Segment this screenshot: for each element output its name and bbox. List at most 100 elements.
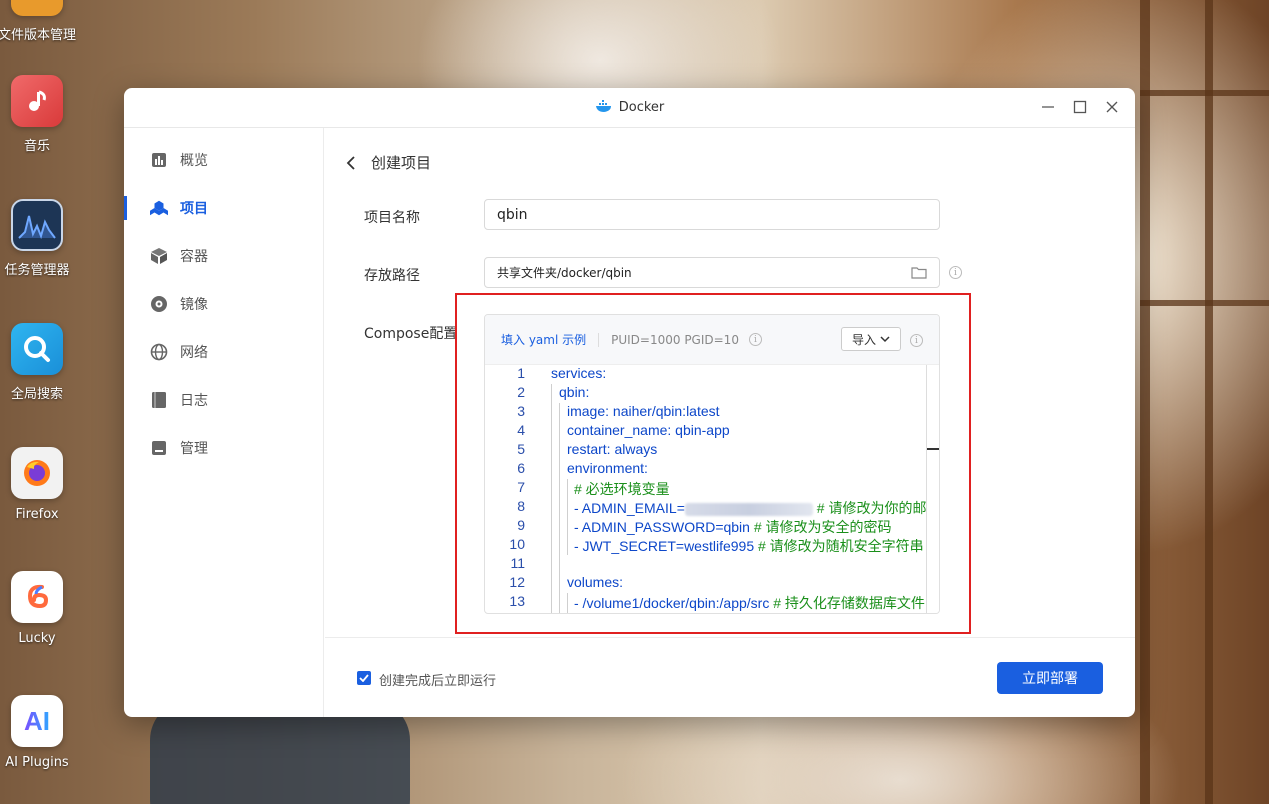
sidebar-item-container[interactable]: 容器 xyxy=(124,232,323,280)
compose-label: Compose配置 xyxy=(364,326,458,342)
task-manager-icon xyxy=(11,199,63,251)
code-line: volumes: xyxy=(567,574,624,590)
deploy-now-button[interactable]: 立即部署 xyxy=(997,662,1103,694)
sidebar-item-label: 容器 xyxy=(180,249,208,265)
code-line: - ADMIN_EMAIL= # 请修改为你的邮 xyxy=(574,498,926,518)
sidebar-item-image[interactable]: 镜像 xyxy=(124,280,323,328)
line-number: 10 xyxy=(509,536,525,552)
storage-path-info-icon[interactable]: i xyxy=(949,266,962,279)
code-line: environment: xyxy=(567,460,648,476)
import-info-icon[interactable]: i xyxy=(910,334,923,347)
search-icon xyxy=(11,323,63,375)
code-line: restart: always xyxy=(567,441,658,457)
desktop-item-ai-plugins[interactable]: AI AI Plugins xyxy=(0,695,74,770)
image-icon xyxy=(150,295,168,313)
indent-guide xyxy=(567,479,568,555)
firefox-icon xyxy=(11,447,63,499)
line-number: 12 xyxy=(509,574,525,590)
file-version-icon xyxy=(11,0,63,16)
sidebar-item-label: 管理 xyxy=(180,441,208,457)
yaml-code-editor[interactable]: 1 2 3 4 5 6 7 8 9 10 11 12 13 services: … xyxy=(485,365,939,613)
code-line: - ADMIN_PASSWORD=qbin # 请修改为安全的密码 xyxy=(574,517,892,537)
line-number: 13 xyxy=(509,593,525,609)
network-icon xyxy=(150,343,168,361)
minimize-button[interactable] xyxy=(1039,98,1057,116)
code-text: - ADMIN_PASSWORD=qbin xyxy=(574,519,750,535)
desktop-item-firefox[interactable]: Firefox xyxy=(0,447,74,522)
project-name-label: 项目名称 xyxy=(364,210,420,226)
main-content: 创建项目 项目名称 qbin 存放路径 共享文件夹/docker/qbin i … xyxy=(325,128,1135,717)
code-comment: # 请修改为随机安全字符串 xyxy=(754,538,924,554)
music-icon xyxy=(11,75,63,127)
line-number: 11 xyxy=(510,555,525,571)
storage-path-value: 共享文件夹/docker/qbin xyxy=(497,266,632,280)
editor-scrollbar[interactable] xyxy=(926,365,939,613)
code-comment: # 持久化存储数据库文件 xyxy=(769,595,925,611)
code-comment: # 请修改为你的邮 xyxy=(812,500,927,516)
desktop-item-global-search[interactable]: 全局搜索 xyxy=(0,323,74,402)
desktop-item-lucky[interactable]: Lucky xyxy=(0,571,74,646)
sidebar-item-project[interactable]: 项目 xyxy=(124,184,323,232)
code-comment: # 必选环境变量 xyxy=(574,481,670,497)
line-number: 5 xyxy=(517,441,525,457)
ai-plugins-icon: AI xyxy=(11,695,63,747)
fill-yaml-example-link[interactable]: 填入 yaml 示例 xyxy=(501,331,586,348)
desktop-item-music[interactable]: 音乐 xyxy=(0,75,74,154)
page-title: 创建项目 xyxy=(371,154,432,172)
indent-guide xyxy=(551,384,552,613)
run-after-create-label[interactable]: 创建完成后立即运行 xyxy=(379,670,496,689)
wallpaper-frame xyxy=(1140,0,1150,804)
maximize-button[interactable] xyxy=(1071,98,1089,116)
sidebar-item-log[interactable]: 日志 xyxy=(124,376,323,424)
storage-path-label: 存放路径 xyxy=(364,268,420,284)
line-number: 7 xyxy=(517,479,525,495)
puid-pgid-text: PUID=1000 PGID=10 xyxy=(611,332,739,347)
code-text: - /volume1/docker/qbin:/app/src xyxy=(574,595,770,611)
redacted-email xyxy=(684,502,813,516)
import-dropdown[interactable]: 导入 xyxy=(840,327,901,351)
puid-info-icon[interactable]: i xyxy=(748,333,762,346)
line-number: 8 xyxy=(517,498,525,514)
line-number: 6 xyxy=(517,460,525,476)
checkmark-icon xyxy=(359,674,369,682)
log-icon xyxy=(150,391,168,409)
folder-icon[interactable] xyxy=(911,266,927,282)
desktop-item-file-version[interactable]: 文件版本管理 xyxy=(0,0,76,43)
sidebar-item-network[interactable]: 网络 xyxy=(124,328,323,376)
line-number: 9 xyxy=(517,517,525,533)
sidebar-item-manage[interactable]: 管理 xyxy=(124,424,323,472)
back-button[interactable] xyxy=(341,153,361,173)
line-number: 4 xyxy=(517,422,525,438)
code-line: image: naiher/qbin:latest xyxy=(567,403,720,419)
line-number: 3 xyxy=(517,403,525,419)
sidebar-item-label: 项目 xyxy=(180,201,208,217)
overview-icon xyxy=(150,151,168,169)
import-label: 导入 xyxy=(851,332,876,347)
lucky-icon xyxy=(11,571,63,623)
toolbar-divider xyxy=(598,332,600,347)
storage-path-input[interactable]: 共享文件夹/docker/qbin xyxy=(484,257,940,288)
project-icon xyxy=(150,199,168,217)
code-text: - JWT_SECRET=westlife995 xyxy=(574,538,755,554)
minimize-icon xyxy=(1042,106,1054,108)
project-name-input[interactable]: qbin xyxy=(484,199,940,230)
wallpaper-frame xyxy=(1205,0,1213,804)
desktop-item-task-manager[interactable]: 任务管理器 xyxy=(0,199,74,278)
indent-guide xyxy=(559,403,560,613)
scrollbar-thumb[interactable] xyxy=(927,448,939,450)
code-line: - /volume1/docker/qbin:/app/src # 持久化存储数… xyxy=(574,593,925,613)
line-number: 2 xyxy=(517,384,525,400)
sidebar-item-label: 日志 xyxy=(180,393,208,409)
window-title: Docker xyxy=(618,100,665,115)
close-icon xyxy=(1106,101,1118,113)
line-number: 1 xyxy=(517,365,525,381)
chevron-left-icon xyxy=(346,155,355,170)
sidebar-item-overview[interactable]: 概览 xyxy=(124,136,323,184)
close-button[interactable] xyxy=(1103,98,1121,116)
docker-logo-icon xyxy=(595,99,613,117)
run-after-create-checkbox[interactable] xyxy=(357,671,371,685)
code-line: services: xyxy=(551,365,607,381)
desktop-item-label: Lucky xyxy=(18,631,56,646)
indent-guide xyxy=(567,593,568,613)
window-titlebar[interactable]: Docker xyxy=(124,88,1135,128)
